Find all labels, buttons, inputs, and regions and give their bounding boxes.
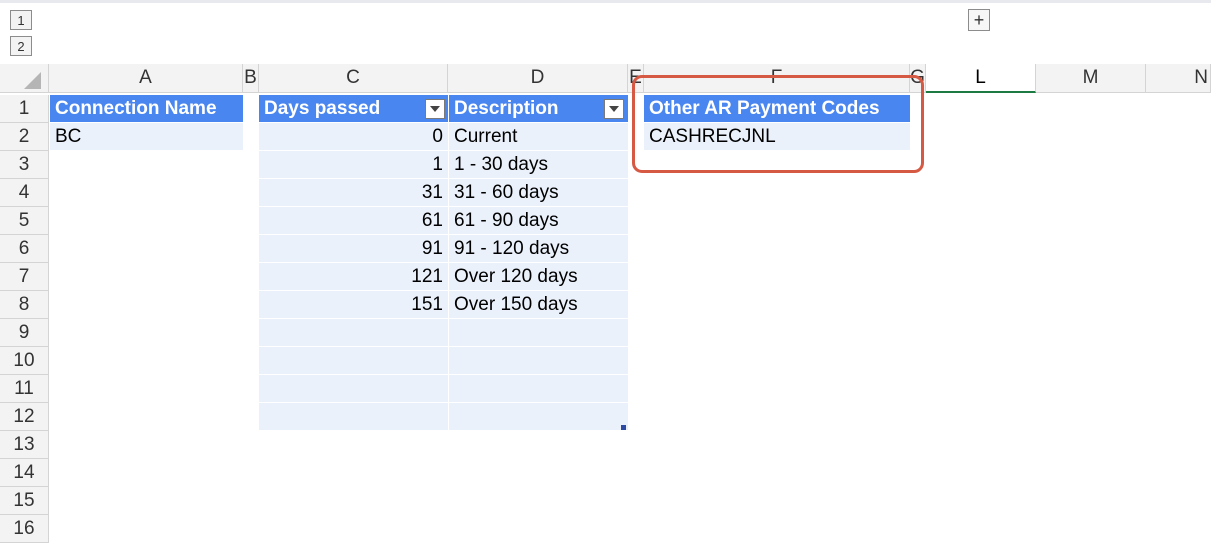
column-header-a[interactable]: A — [49, 64, 243, 93]
empty-table-cell[interactable] — [448, 403, 628, 431]
row-header-12[interactable]: 12 — [0, 403, 49, 431]
column-header-b[interactable]: B — [243, 64, 259, 93]
description-header[interactable]: Description — [448, 95, 628, 123]
description-cell[interactable]: Over 120 days — [448, 263, 628, 291]
row-header-3[interactable]: 3 — [0, 151, 49, 179]
row-header-7[interactable]: 7 — [0, 263, 49, 291]
outline-level-1-button[interactable]: 1 — [10, 10, 32, 30]
empty-table-cell[interactable] — [448, 319, 628, 347]
row-header-9[interactable]: 9 — [0, 319, 49, 347]
expand-group-button[interactable]: + — [968, 9, 990, 31]
row-header-14[interactable]: 14 — [0, 459, 49, 487]
description-cell[interactable]: 1 - 30 days — [448, 151, 628, 179]
column-header-c[interactable]: C — [259, 64, 448, 93]
empty-table-cell[interactable] — [448, 347, 628, 375]
description-cell[interactable]: Over 150 days — [448, 291, 628, 319]
dropdown-arrow-icon — [609, 106, 619, 112]
days-passed-cell[interactable]: 151 — [259, 291, 448, 319]
description-cell[interactable]: 91 - 120 days — [448, 235, 628, 263]
row-header-2[interactable]: 2 — [0, 123, 49, 151]
connection-name-cell[interactable]: BC — [50, 123, 243, 151]
days-passed-cell[interactable]: 121 — [259, 263, 448, 291]
connection-name-header[interactable]: Connection Name — [50, 95, 243, 123]
days-passed-filter-button[interactable] — [425, 99, 445, 119]
row-header-8[interactable]: 8 — [0, 291, 49, 319]
highlight-annotation-box — [632, 75, 924, 173]
column-header-m[interactable]: M — [1036, 64, 1146, 93]
row-header-15[interactable]: 15 — [0, 487, 49, 515]
plus-icon: + — [973, 10, 985, 30]
empty-table-cell[interactable] — [259, 375, 448, 403]
outline-level-2-button[interactable]: 2 — [10, 36, 32, 56]
row-header-6[interactable]: 6 — [0, 235, 49, 263]
empty-table-cell[interactable] — [259, 319, 448, 347]
dropdown-arrow-icon — [430, 106, 440, 112]
empty-table-cell[interactable] — [448, 375, 628, 403]
ribbon-bottom-edge — [0, 0, 1211, 3]
empty-table-cell[interactable] — [259, 403, 448, 431]
row-header-10[interactable]: 10 — [0, 347, 49, 375]
days-passed-cell[interactable]: 91 — [259, 235, 448, 263]
empty-table-cell[interactable] — [259, 347, 448, 375]
description-filter-button[interactable] — [604, 99, 624, 119]
column-header-d[interactable]: D — [448, 64, 628, 93]
select-all-triangle-icon — [24, 72, 41, 89]
days-passed-cell[interactable]: 31 — [259, 179, 448, 207]
days-passed-cell[interactable]: 1 — [259, 151, 448, 179]
column-header-l[interactable]: L — [926, 64, 1036, 93]
row-header-11[interactable]: 11 — [0, 375, 49, 403]
days-passed-header[interactable]: Days passed — [259, 95, 448, 123]
row-header-4[interactable]: 4 — [0, 179, 49, 207]
description-cell[interactable]: 61 - 90 days — [448, 207, 628, 235]
description-cell[interactable]: 31 - 60 days — [448, 179, 628, 207]
table-resize-handle[interactable] — [621, 425, 626, 430]
row-header-13[interactable]: 13 — [0, 431, 49, 459]
row-header-1[interactable]: 1 — [0, 95, 49, 123]
description-cell[interactable]: Current — [448, 123, 628, 151]
days-passed-cell[interactable]: 0 — [259, 123, 448, 151]
days-passed-cell[interactable]: 61 — [259, 207, 448, 235]
column-header-n[interactable]: N — [1146, 64, 1211, 93]
row-header-5[interactable]: 5 — [0, 207, 49, 235]
